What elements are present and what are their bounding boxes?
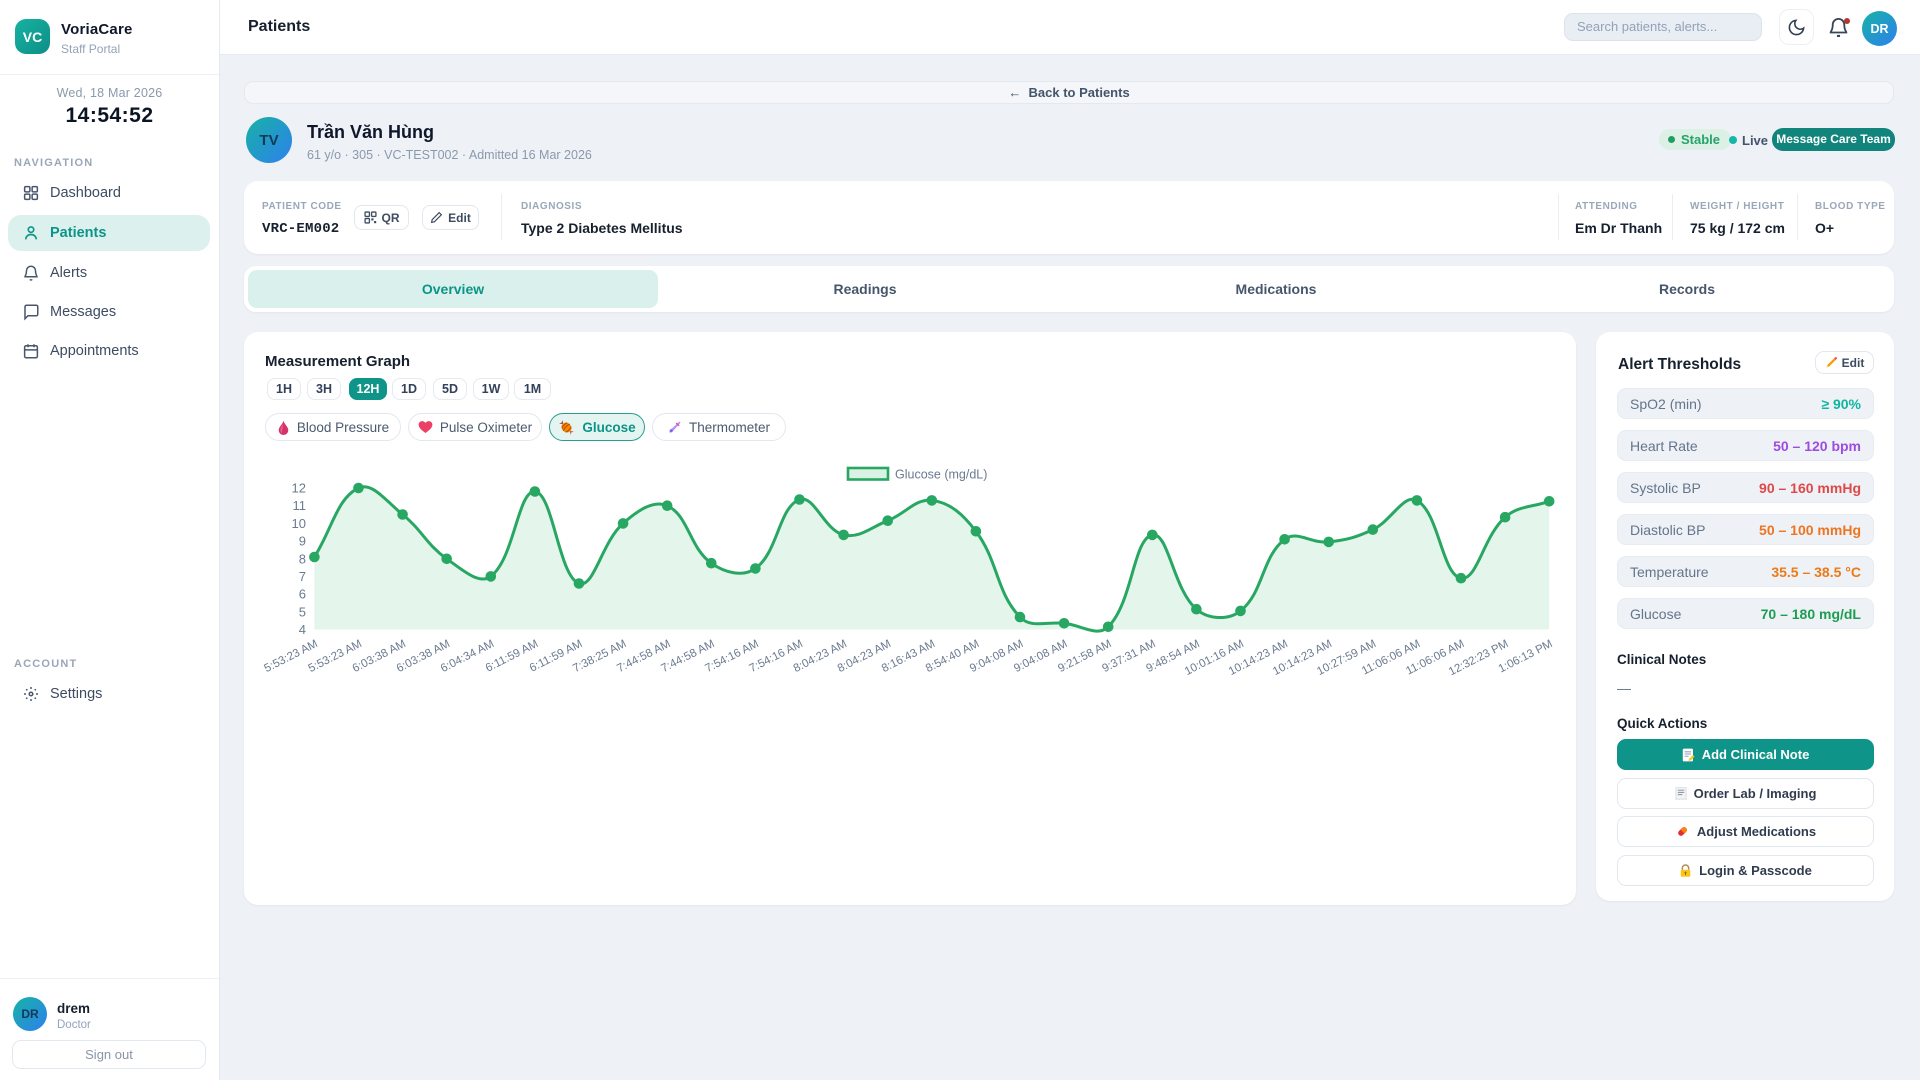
svg-text:5: 5	[299, 604, 306, 619]
svg-text:11: 11	[293, 498, 307, 513]
svg-text:8: 8	[299, 551, 306, 566]
svg-text:6: 6	[299, 587, 306, 602]
svg-text:10: 10	[292, 516, 306, 531]
svg-text:4: 4	[299, 622, 306, 637]
svg-text:7: 7	[299, 569, 306, 584]
svg-text:Glucose (mg/dL): Glucose (mg/dL)	[895, 468, 987, 482]
svg-text:12: 12	[292, 481, 306, 496]
svg-text:9: 9	[299, 534, 306, 549]
